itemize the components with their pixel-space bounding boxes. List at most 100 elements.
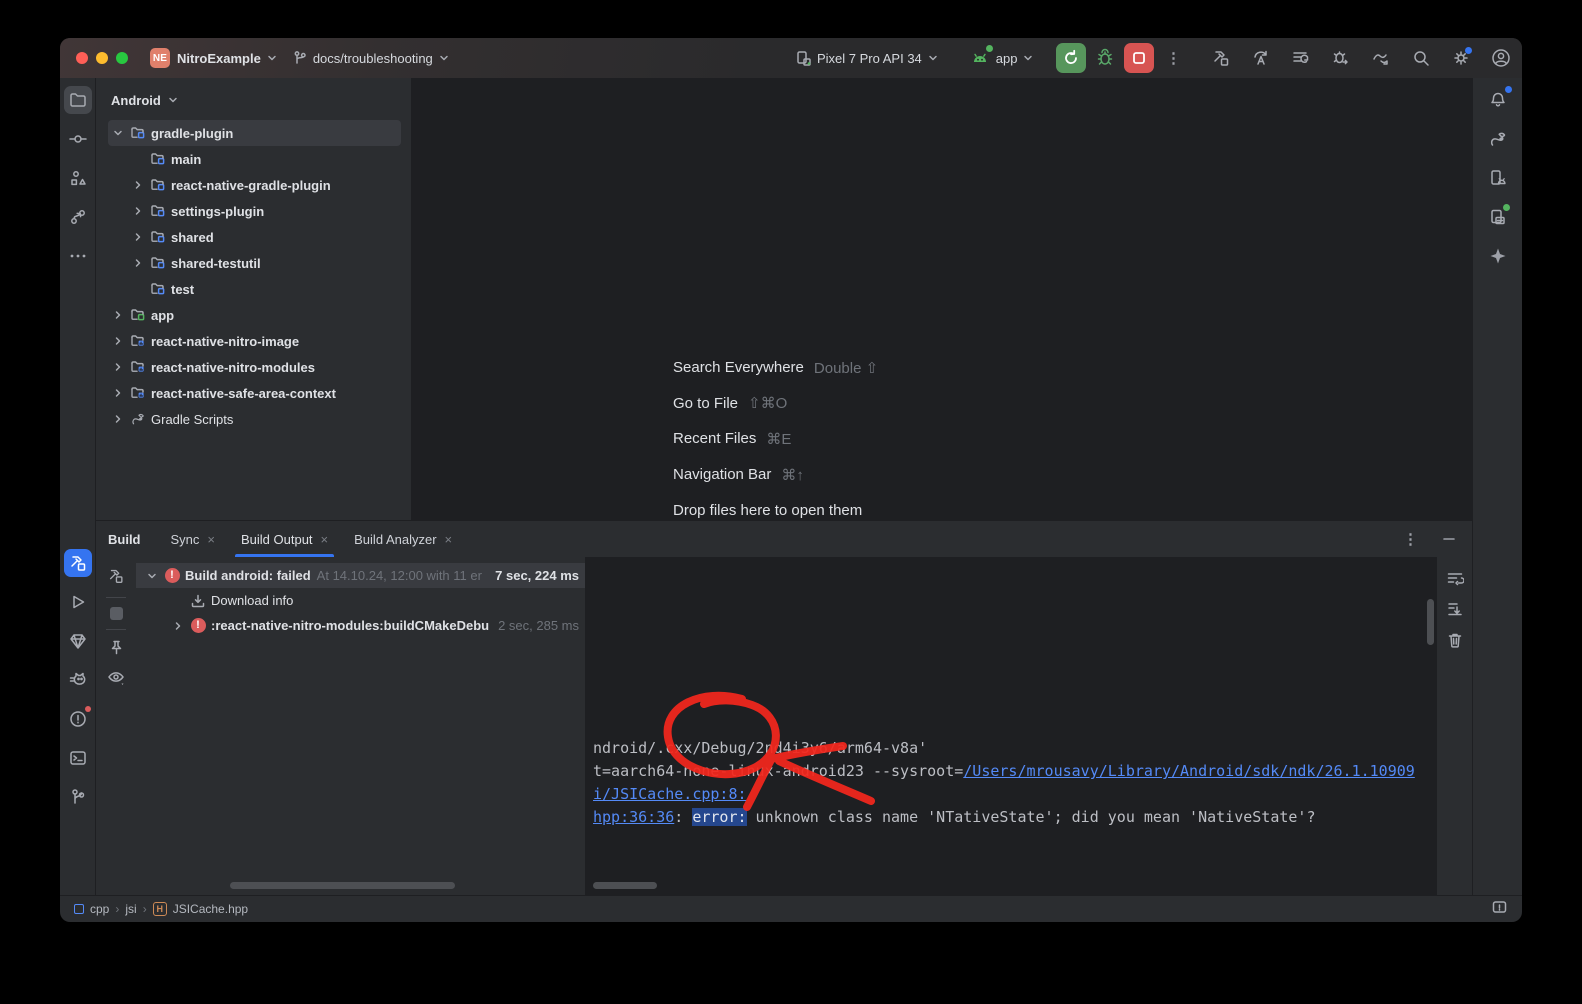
feedback-bubble-icon[interactable]	[1491, 899, 1508, 916]
filters-button[interactable]	[107, 668, 125, 689]
scroll-to-end-button[interactable]	[1446, 600, 1464, 621]
gradle-elephant-icon	[1488, 129, 1508, 149]
profiler-button[interactable]	[1370, 47, 1392, 69]
hide-toolwindow-button[interactable]	[1442, 532, 1456, 546]
gemini-button[interactable]	[1484, 242, 1512, 270]
more-dots-icon	[68, 246, 88, 266]
console-hscrollbar[interactable]	[593, 882, 657, 889]
rerun-build-button[interactable]	[107, 567, 125, 588]
stop-button[interactable]	[1124, 43, 1154, 73]
library-module-folder-icon	[128, 385, 147, 401]
soft-wrap-button[interactable]	[1446, 569, 1464, 590]
breadcrumb-item[interactable]: JSICache.hpp	[173, 902, 248, 916]
more-run-actions-button[interactable]: ⋮	[1162, 47, 1184, 69]
project-tree-item-react-native-nitro-modules[interactable]: react-native-nitro-modules	[108, 354, 401, 380]
build-tree-row[interactable]: !:react-native-nitro-modules:buildCMakeD…	[136, 613, 585, 638]
settings-button[interactable]	[1450, 47, 1472, 69]
project-tree-item-app[interactable]: app	[108, 302, 401, 328]
apply-changes-button[interactable]	[1250, 47, 1272, 69]
project-tree-item-settings-plugin[interactable]: settings-plugin	[108, 198, 401, 224]
tree-expand-toggle[interactable]	[128, 257, 148, 269]
project-selector[interactable]: NitroExample	[177, 51, 278, 66]
project-tree-item-react-native-safe-area-context[interactable]: react-native-safe-area-context	[108, 380, 401, 406]
console-file-link[interactable]: /Users/mrousavy/Library/Android/sdk/ndk/…	[963, 762, 1415, 780]
project-tree-item-main[interactable]: main	[108, 146, 401, 172]
breadcrumb-item[interactable]: cpp	[90, 902, 109, 916]
app-quality-insights-button[interactable]	[64, 627, 92, 655]
build-tree-row[interactable]: !Build android: failedAt 14.10.24, 12:00…	[136, 563, 585, 588]
debug-bug-icon	[1095, 48, 1115, 68]
tab-build-output[interactable]: Build Output×	[237, 521, 332, 557]
build-tree-hscrollbar[interactable]	[230, 882, 455, 889]
logcat-toolwindow-button[interactable]	[64, 666, 92, 694]
commit-toolwindow-button[interactable]	[64, 125, 92, 153]
zoom-window-button[interactable]	[116, 52, 128, 64]
clear-all-button[interactable]	[1446, 631, 1464, 652]
device-manager-button[interactable]	[1484, 164, 1512, 192]
tree-expand-toggle[interactable]	[108, 335, 128, 347]
console-file-link[interactable]: hpp:36:36	[593, 808, 674, 826]
problems-toolwindow-button[interactable]	[64, 705, 92, 733]
tree-expand-toggle[interactable]	[108, 127, 128, 139]
close-tab-icon[interactable]: ×	[321, 532, 329, 547]
console-line: t=aarch64-none-linux-android23 --sysroot…	[593, 760, 1436, 783]
tree-expand-toggle[interactable]	[108, 413, 128, 425]
terminal-toolwindow-button[interactable]	[64, 744, 92, 772]
tree-expand-toggle[interactable]	[128, 231, 148, 243]
account-button[interactable]	[1490, 47, 1512, 69]
breadcrumb-item[interactable]: jsi	[125, 902, 136, 916]
tree-expand-toggle[interactable]	[128, 205, 148, 217]
run-config-selector[interactable]: app	[969, 47, 1035, 69]
build-node-duration: 2 sec, 285 ms	[498, 618, 579, 633]
attach-debugger-button[interactable]	[1330, 47, 1352, 69]
close-tab-icon[interactable]: ×	[207, 532, 215, 547]
console-file-link[interactable]: i/JSICache.cpp:8:	[593, 785, 747, 803]
minimize-window-button[interactable]	[96, 52, 108, 64]
rerun-icon	[1062, 49, 1080, 67]
chevron-down-icon	[1022, 52, 1034, 64]
build-project-button[interactable]	[1210, 47, 1232, 69]
project-tree-item-shared-testutil[interactable]: shared-testutil	[108, 250, 401, 276]
project-tree-item-gradle-plugin[interactable]: gradle-plugin	[108, 120, 401, 146]
build-node-subtitle: At 14.10.24, 12:00 with 11 er	[311, 568, 495, 583]
search-everywhere-button[interactable]	[1410, 47, 1432, 69]
version-control-toolwindow-button[interactable]	[64, 783, 92, 811]
notifications-toolwindow-button[interactable]	[1484, 86, 1512, 114]
project-view-selector[interactable]: Android	[96, 86, 411, 114]
tree-expand-toggle[interactable]	[108, 387, 128, 399]
run-toolwindow-button[interactable]	[64, 588, 92, 616]
tab-sync[interactable]: Sync×	[167, 521, 220, 557]
editor-shortcuts-hint: Search EverywhereDouble ⇧Go to File⇧⌘ORe…	[673, 350, 878, 528]
project-toolwindow-button[interactable]	[64, 86, 92, 114]
pin-tab-button[interactable]	[108, 639, 125, 659]
project-tree-item-react-native-nitro-image[interactable]: react-native-nitro-image	[108, 328, 401, 354]
tree-expand-toggle[interactable]	[108, 309, 128, 321]
branch-icon	[292, 50, 308, 66]
device-selector[interactable]: Pixel 7 Pro API 34	[795, 50, 939, 67]
tree-expand-toggle[interactable]	[142, 570, 162, 582]
close-tab-icon[interactable]: ×	[445, 532, 453, 547]
tab-build-analyzer[interactable]: Build Analyzer×	[350, 521, 456, 557]
project-tree-item-gradle-scripts[interactable]: Gradle Scripts	[108, 406, 401, 432]
running-devices-button[interactable]	[1484, 203, 1512, 231]
structure-toolwindow-button[interactable]	[64, 164, 92, 192]
trash-icon	[1446, 631, 1464, 649]
close-window-button[interactable]	[76, 52, 88, 64]
gradle-toolwindow-button[interactable]	[1484, 125, 1512, 153]
project-tree-item-react-native-gradle-plugin[interactable]: react-native-gradle-plugin	[108, 172, 401, 198]
project-tree-item-shared[interactable]: shared	[108, 224, 401, 250]
more-toolwindows-button[interactable]	[64, 242, 92, 270]
build-options-button[interactable]: ⋮	[1403, 530, 1418, 548]
build-tree-row[interactable]: Download info	[136, 588, 585, 613]
tree-expand-toggle[interactable]	[128, 179, 148, 191]
vcs-toolwindow-button[interactable]	[64, 203, 92, 231]
tree-expand-toggle[interactable]	[168, 620, 188, 632]
project-tree-item-test[interactable]: test	[108, 276, 401, 302]
build-toolwindow-button[interactable]	[64, 549, 92, 577]
branch-selector[interactable]: docs/troubleshooting	[292, 50, 450, 66]
rerun-button[interactable]	[1056, 43, 1086, 73]
sync-button[interactable]	[1290, 47, 1312, 69]
console-vscrollbar[interactable]	[1427, 599, 1434, 645]
tree-expand-toggle[interactable]	[108, 361, 128, 373]
debug-button[interactable]	[1094, 47, 1116, 69]
